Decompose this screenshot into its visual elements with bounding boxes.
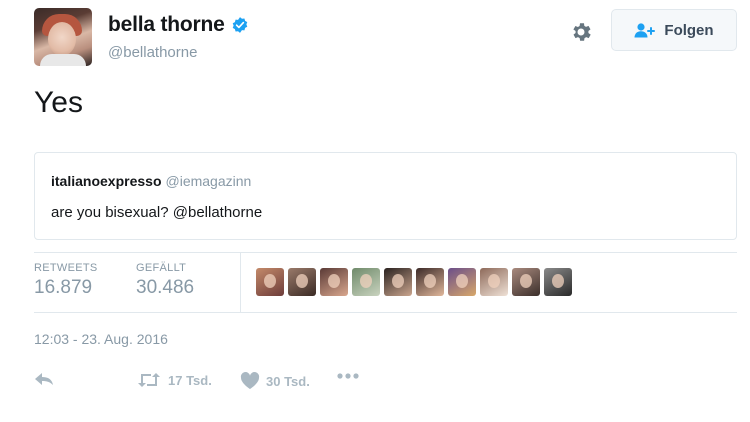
more-button[interactable] [336,372,360,380]
avatar-face [48,22,76,56]
divider-top [34,252,737,253]
liker-avatar-face [520,274,532,288]
retweet-button[interactable]: 17 Tsd. [136,372,212,388]
liker-avatar[interactable] [288,268,316,296]
retweet-icon [138,373,160,387]
reply-icon [35,373,53,385]
gear-icon[interactable] [569,20,593,44]
liker-avatar-face [264,274,276,288]
likes-label: GEFÄLLT [136,262,187,274]
tweet-timestamp[interactable]: 12:03 - 23. Aug. 2016 [34,331,168,347]
liker-avatar-face [360,274,372,288]
retweets-value: 16.879 [34,277,93,298]
avatar-shirt [40,54,86,66]
quoted-tweet[interactable]: italianoexpresso @iemagazinn are you bise… [34,152,737,240]
liker-avatar-face [296,274,308,288]
divider-bottom [34,312,737,313]
display-name[interactable]: bella thorne [108,13,249,37]
follow-button[interactable]: Folgen [611,9,737,51]
display-name-text[interactable]: bella thorne [108,13,225,37]
liker-avatar-face [328,274,340,288]
liker-avatar-face [456,274,468,288]
reply-button[interactable] [34,372,54,386]
tweet-text: Yes [34,86,83,119]
quoted-tweet-author[interactable]: italianoexpresso @iemagazinn [51,173,251,189]
liker-avatar[interactable] [320,268,348,296]
heart-icon [240,372,260,389]
liker-avatar[interactable] [352,268,380,296]
quoted-author-handle[interactable]: @iemagazinn [166,173,252,189]
liker-avatar-face [552,274,564,288]
username-handle[interactable]: @bellathorne [108,44,197,61]
add-user-icon [634,23,656,38]
liker-avatar[interactable] [416,268,444,296]
liker-avatar[interactable] [544,268,572,296]
quoted-author-name[interactable]: italianoexpresso [51,173,162,189]
liker-avatar[interactable] [512,268,540,296]
more-dots-icon [337,373,359,379]
liker-avatar[interactable] [384,268,412,296]
follow-button-label: Folgen [664,21,714,39]
verified-badge-icon [231,16,249,34]
like-button[interactable]: 30 Tsd. [240,372,310,390]
quoted-tweet-text: are you bisexual? @bellathorne [51,204,263,221]
liker-avatar-face [488,274,500,288]
likes-value: 30.486 [136,277,195,298]
likes-stat[interactable]: GEFÄLLT 30.486 [136,262,194,299]
liker-avatar[interactable] [448,268,476,296]
like-count: 30 Tsd. [266,373,310,389]
stats-divider [240,252,241,312]
liker-avatar[interactable] [480,268,508,296]
retweets-stat[interactable]: RETWEETS 16.879 [34,262,98,299]
liker-avatar-face [392,274,404,288]
liker-avatar-face [424,274,436,288]
retweet-count: 17 Tsd. [168,372,212,388]
liker-avatar[interactable] [256,268,284,296]
profile-avatar[interactable] [34,8,92,66]
retweets-label: RETWEETS [34,262,98,274]
